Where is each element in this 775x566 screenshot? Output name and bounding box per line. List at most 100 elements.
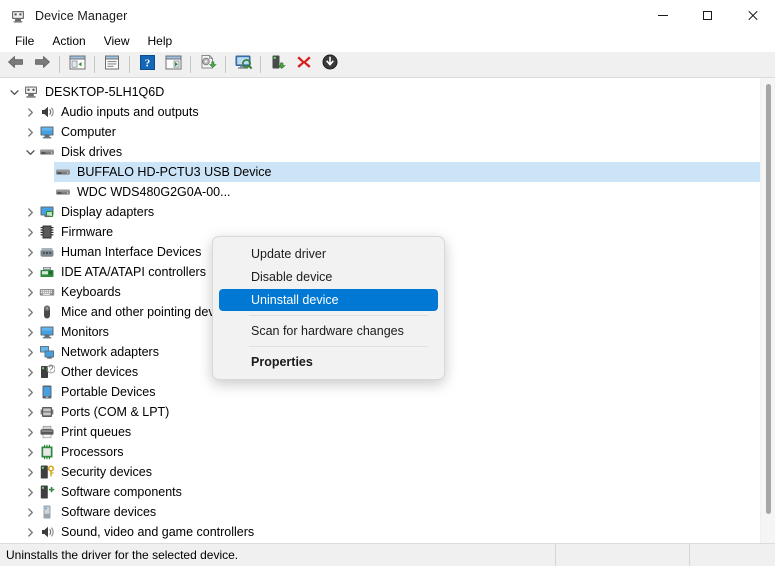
scrollbar-thumb[interactable]	[766, 84, 771, 514]
uninstall-device-button[interactable]	[291, 53, 317, 77]
menu-view[interactable]: View	[95, 32, 139, 51]
tree-item-label: Computer	[61, 125, 116, 139]
status-cell-2	[556, 543, 690, 566]
tree-item-wdc-wds480g2g0a[interactable]: WDC WDS480G2G0A-00...	[0, 182, 760, 202]
context-menu-item-update-driver[interactable]: Update driver	[219, 243, 438, 265]
scan-for-hardware-changes-button[interactable]	[230, 53, 256, 77]
context-menu-item-disable-device[interactable]: Disable device	[219, 266, 438, 288]
chevron-right-icon[interactable]	[22, 307, 38, 317]
tree-item-sound-video-and-game-controllers[interactable]: Sound, video and game controllers	[0, 522, 760, 542]
close-icon	[747, 10, 758, 21]
show-hide-action-pane-button[interactable]	[160, 53, 186, 77]
chevron-right-icon[interactable]	[22, 227, 38, 237]
device-manager-window: Device Manager File Action View Help ? D…	[0, 0, 775, 566]
tree-item-label: BUFFALO HD-PCTU3 USB Device	[77, 165, 272, 179]
speaker-icon	[38, 524, 55, 540]
other-device-icon: ?	[38, 364, 55, 380]
menu-file[interactable]: File	[6, 32, 43, 51]
status-message: Uninstalls the driver for the selected d…	[0, 543, 556, 566]
tree-item-label: Display adapters	[61, 205, 155, 219]
context-menu-separator-2	[249, 346, 428, 347]
vertical-scrollbar[interactable]	[760, 78, 775, 543]
disable-device-button[interactable]	[317, 53, 343, 77]
printer-icon	[38, 424, 55, 440]
chevron-right-icon[interactable]	[22, 107, 38, 117]
chevron-down-icon[interactable]	[6, 88, 22, 97]
chevron-right-icon[interactable]	[22, 387, 38, 397]
svg-text:?: ?	[144, 57, 150, 69]
update-driver-button[interactable]	[195, 53, 221, 77]
title-bar: Device Manager	[0, 0, 775, 31]
context-menu-item-scan-for-hardware-changes[interactable]: Scan for hardware changes	[219, 320, 438, 342]
help-button[interactable]: ?	[134, 53, 160, 77]
maximize-button[interactable]	[685, 0, 730, 31]
toolbar-separator-3	[129, 56, 130, 73]
chevron-right-icon[interactable]	[22, 287, 38, 297]
close-button[interactable]	[730, 0, 775, 31]
tree-item-label: Network adapters	[61, 345, 159, 359]
scan-for-hardware-changes-icon	[234, 54, 253, 75]
tree-item-buffalo-hd-pctu3-usb-device[interactable]: BUFFALO HD-PCTU3 USB Device	[0, 162, 760, 182]
back-button[interactable]	[3, 53, 29, 77]
context-menu-item-uninstall-device[interactable]: Uninstall device	[219, 289, 438, 311]
keyboard-icon	[38, 284, 55, 300]
tree-item-root[interactable]: DESKTOP-5LH1Q6D	[0, 82, 760, 102]
tree-item-display-adapters[interactable]: Display adapters	[0, 202, 760, 222]
context-menu-item-properties[interactable]: Properties	[219, 351, 438, 373]
chevron-right-icon[interactable]	[22, 467, 38, 477]
tree-item-software-devices[interactable]: Software devices	[0, 502, 760, 522]
window-title: Device Manager	[35, 8, 128, 23]
chevron-right-icon[interactable]	[22, 267, 38, 277]
speaker-icon	[38, 104, 55, 120]
toolbar-separator-1	[59, 56, 60, 73]
tree-item-software-components[interactable]: Software components	[0, 482, 760, 502]
chevron-right-icon[interactable]	[22, 527, 38, 537]
properties-icon	[104, 55, 120, 75]
chevron-right-icon[interactable]	[22, 407, 38, 417]
tree-item-label: Print queues	[61, 425, 132, 439]
network-adapter-icon	[38, 344, 55, 360]
tree-item-label: Software components	[61, 485, 182, 499]
tree-item-computer[interactable]: Computer	[0, 122, 760, 142]
firmware-chip-icon	[38, 224, 55, 240]
menu-action[interactable]: Action	[43, 32, 94, 51]
enable-device-button[interactable]	[265, 53, 291, 77]
tree-item-audio-inputs-and-outputs[interactable]: Audio inputs and outputs	[0, 102, 760, 122]
tree-item-label: Disk drives	[61, 145, 123, 159]
minimize-button[interactable]	[640, 0, 685, 31]
tree-item-disk-drives[interactable]: Disk drives	[0, 142, 760, 162]
tree-item-label: Sound, video and game controllers	[61, 525, 255, 539]
tree-item-processors[interactable]: Processors	[0, 442, 760, 462]
chevron-right-icon[interactable]	[22, 507, 38, 517]
chevron-right-icon[interactable]	[22, 347, 38, 357]
chevron-right-icon[interactable]	[22, 367, 38, 377]
chevron-right-icon[interactable]	[22, 127, 38, 137]
menu-help[interactable]: Help	[139, 32, 182, 51]
chevron-right-icon[interactable]	[22, 427, 38, 437]
show-hide-console-tree-button[interactable]	[64, 53, 90, 77]
tree-item-label: Keyboards	[61, 285, 121, 299]
enable-device-icon	[270, 54, 287, 75]
toolbar-separator-6	[260, 56, 261, 73]
chevron-down-icon[interactable]	[22, 148, 38, 157]
tree-item-ports-com-and-lpt[interactable]: Ports (COM & LPT)	[0, 402, 760, 422]
disk-drive-icon	[38, 144, 55, 160]
chevron-right-icon[interactable]	[22, 207, 38, 217]
tree-item-label: Mice and other pointing devices	[61, 305, 237, 319]
uninstall-device-icon	[296, 54, 312, 75]
forward-button[interactable]	[29, 53, 55, 77]
properties-button[interactable]	[99, 53, 125, 77]
tree-item-storage-controllers[interactable]: Storage controllers	[0, 542, 760, 543]
chevron-right-icon[interactable]	[22, 327, 38, 337]
software-device-icon	[38, 504, 55, 520]
disable-device-icon	[322, 54, 338, 75]
tree-item-portable-devices[interactable]: Portable Devices	[0, 382, 760, 402]
tree-item-security-devices[interactable]: Security devices	[0, 462, 760, 482]
tree-item-print-queues[interactable]: Print queues	[0, 422, 760, 442]
show-hide-console-tree-icon	[69, 55, 86, 75]
chevron-right-icon[interactable]	[22, 247, 38, 257]
chevron-right-icon[interactable]	[22, 487, 38, 497]
tree-item-label: WDC WDS480G2G0A-00...	[77, 185, 231, 199]
chevron-right-icon[interactable]	[22, 447, 38, 457]
portable-device-icon	[38, 384, 55, 400]
